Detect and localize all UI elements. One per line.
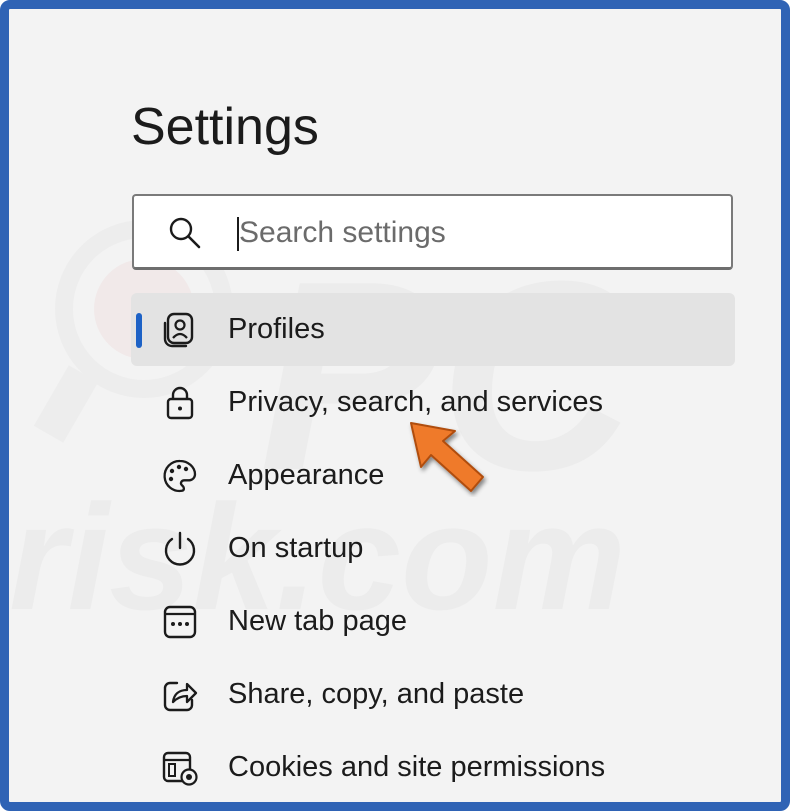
settings-window: PC risk.com Settings Profiles	[0, 0, 790, 811]
cookies-icon	[162, 751, 198, 786]
nav-item-label: Share, copy, and paste	[228, 678, 525, 710]
nav-item-label: Profiles	[228, 313, 325, 345]
profile-icon	[163, 312, 194, 348]
new-tab-icon	[163, 605, 197, 639]
search-input[interactable]	[239, 210, 709, 256]
nav-item-appearance[interactable]: Appearance	[131, 439, 735, 512]
nav-item-on-startup[interactable]: On startup	[131, 512, 735, 585]
nav-item-label: Cookies and site permissions	[228, 751, 606, 783]
nav-item-label: Privacy, search, and services	[228, 386, 603, 418]
power-icon	[164, 531, 196, 566]
settings-nav: Profiles Privacy, search, and services A…	[131, 293, 735, 802]
nav-item-privacy[interactable]: Privacy, search, and services	[131, 366, 735, 439]
nav-item-profiles[interactable]: Profiles	[131, 293, 735, 366]
lock-icon	[166, 386, 194, 420]
nav-item-label: New tab page	[228, 605, 407, 637]
nav-item-label: On startup	[228, 532, 364, 564]
search-box[interactable]	[132, 194, 733, 270]
nav-item-share-copy-paste[interactable]: Share, copy, and paste	[131, 658, 735, 731]
nav-item-cookies-permissions[interactable]: Cookies and site permissions	[131, 731, 735, 802]
nav-item-new-tab-page[interactable]: New tab page	[131, 585, 735, 658]
share-icon	[163, 681, 198, 712]
page-title: Settings	[131, 98, 319, 156]
palette-icon	[163, 459, 197, 493]
search-icon	[169, 217, 201, 249]
nav-item-label: Appearance	[228, 459, 385, 491]
